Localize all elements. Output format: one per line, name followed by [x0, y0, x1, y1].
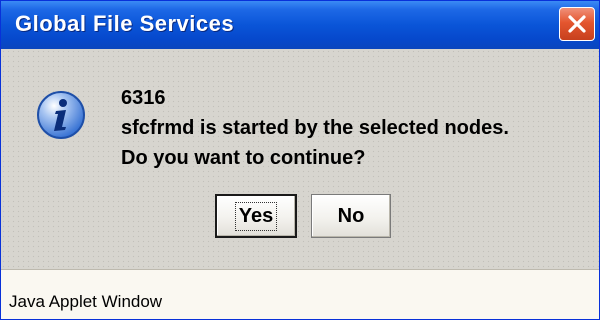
info-icon	[37, 91, 85, 139]
yes-button-label: Yes	[234, 201, 278, 231]
message-line-2: Do you want to continue?	[121, 147, 366, 169]
close-button[interactable]	[559, 7, 595, 41]
no-button[interactable]: No	[311, 194, 391, 238]
window-title: Global File Services	[15, 11, 235, 36]
message-code: 6316	[121, 87, 166, 109]
title-bar[interactable]: Global File Services	[1, 1, 599, 49]
status-text: Java Applet Window	[9, 292, 163, 311]
dialog-window: Global File Services 6316 sfcfrmd is sta…	[0, 0, 600, 320]
message-line-1: sfcfrmd is started by the selected nodes…	[121, 117, 509, 139]
dialog-content: 6316 sfcfrmd is started by the selected …	[1, 49, 599, 269]
close-icon	[568, 15, 586, 33]
yes-button[interactable]: Yes	[215, 194, 297, 238]
no-button-label: No	[337, 204, 365, 227]
status-bar: Java Applet Window	[1, 269, 599, 319]
